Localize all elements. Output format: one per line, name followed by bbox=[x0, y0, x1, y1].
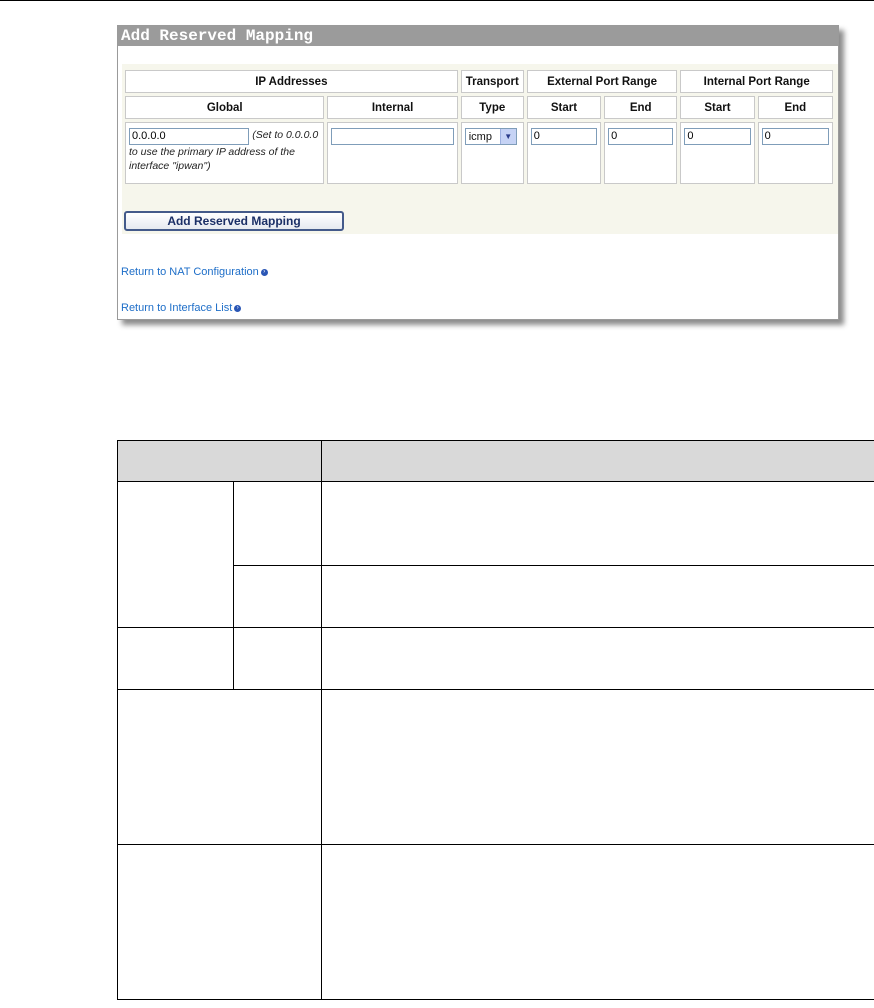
arrow-right-icon[interactable]: › bbox=[234, 304, 242, 312]
header-int-start: Start bbox=[680, 96, 755, 119]
header-type: Type bbox=[460, 96, 524, 119]
interface-list-link-label[interactable]: Return to Interface List bbox=[121, 302, 232, 314]
transport-type-select[interactable]: icmp ▼ bbox=[464, 128, 517, 145]
table-cell bbox=[233, 481, 322, 566]
int-end-cell: 0 bbox=[757, 122, 833, 184]
internal-cell bbox=[327, 122, 458, 184]
table-cell bbox=[117, 481, 234, 628]
ext-end-cell: 0 bbox=[604, 122, 678, 184]
table-cell bbox=[321, 689, 874, 845]
ext-start-cell: 0 bbox=[526, 122, 602, 184]
external-start-port-input[interactable]: 0 bbox=[530, 128, 598, 145]
int-start-cell: 0 bbox=[680, 122, 755, 184]
nat-link-label[interactable]: Return to NAT Configuration bbox=[121, 266, 259, 278]
page-top-rule bbox=[0, 0, 874, 1]
internal-ip-input[interactable] bbox=[331, 128, 454, 145]
table-cell bbox=[117, 844, 322, 1000]
reserved-mapping-table: IP Addresses Transport External Port Ran… bbox=[122, 67, 836, 187]
header-transport: Transport bbox=[460, 70, 524, 93]
table-header-right bbox=[321, 440, 874, 482]
external-end-port-input[interactable]: 0 bbox=[608, 128, 674, 145]
table-header-left bbox=[117, 440, 322, 482]
panel-title: Add Reserved Mapping bbox=[118, 26, 838, 46]
description-table bbox=[117, 440, 874, 1000]
return-to-interface-list-link[interactable]: Return to Interface List › bbox=[121, 302, 242, 314]
add-reserved-mapping-button[interactable]: Add Reserved Mapping bbox=[124, 211, 344, 231]
header-ip-addresses: IP Addresses bbox=[125, 70, 458, 93]
table-cell bbox=[321, 565, 874, 628]
table-cell bbox=[233, 565, 322, 628]
header-ext-end: End bbox=[604, 96, 678, 119]
global-ip-input[interactable]: 0.0.0.0 bbox=[129, 128, 249, 145]
internal-start-port-input[interactable]: 0 bbox=[684, 128, 751, 145]
header-internal: Internal bbox=[327, 96, 458, 119]
table-cell bbox=[321, 627, 874, 690]
header-external-port-range: External Port Range bbox=[526, 70, 678, 93]
table-cell bbox=[321, 481, 874, 566]
add-reserved-mapping-panel: Add Reserved Mapping IP Addresses Transp… bbox=[117, 25, 839, 320]
header-internal-port-range: Internal Port Range bbox=[680, 70, 833, 93]
return-to-nat-configuration-link[interactable]: Return to NAT Configuration › bbox=[121, 266, 268, 278]
global-cell: 0.0.0.0 (Set to 0.0.0.0 to use the prima… bbox=[125, 122, 325, 184]
table-cell bbox=[233, 627, 322, 690]
type-cell: icmp ▼ bbox=[460, 122, 524, 184]
table-cell bbox=[321, 844, 874, 1000]
table-cell bbox=[117, 627, 234, 690]
internal-end-port-input[interactable]: 0 bbox=[761, 128, 829, 145]
transport-type-value: icmp bbox=[468, 130, 492, 143]
header-ext-start: Start bbox=[526, 96, 602, 119]
header-global: Global bbox=[125, 96, 325, 119]
header-int-end: End bbox=[757, 96, 833, 119]
dropdown-arrow-icon[interactable]: ▼ bbox=[499, 129, 516, 144]
arrow-right-icon[interactable]: › bbox=[260, 268, 268, 276]
table-cell bbox=[117, 689, 322, 845]
